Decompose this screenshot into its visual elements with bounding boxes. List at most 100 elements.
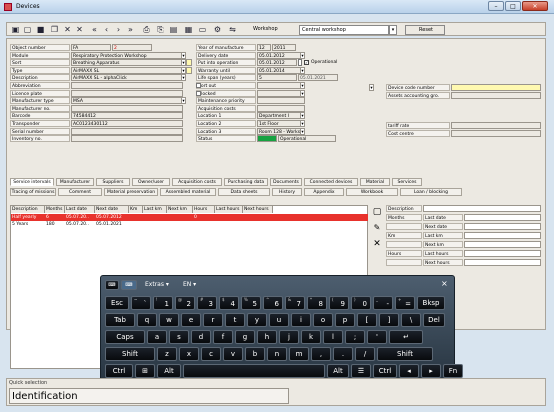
tab-comment[interactable]: Comment bbox=[58, 188, 102, 196]
key-k[interactable]: k bbox=[301, 330, 321, 344]
key-shift[interactable]: Shift bbox=[105, 347, 155, 361]
field-value[interactable] bbox=[71, 89, 183, 97]
chevron-down-icon[interactable]: ▾ bbox=[300, 89, 305, 97]
chevron-down-icon[interactable]: ▾ bbox=[181, 51, 186, 59]
field-value[interactable] bbox=[257, 97, 305, 105]
key-v[interactable]: v bbox=[223, 347, 243, 361]
object-number-suffix-field[interactable]: 2 bbox=[112, 44, 152, 51]
column-header[interactable]: Description bbox=[11, 206, 45, 213]
save-icon[interactable]: ▣ bbox=[10, 24, 21, 35]
key-r[interactable]: r bbox=[203, 313, 223, 327]
key-o[interactable]: o bbox=[313, 313, 333, 327]
key-z[interactable]: z bbox=[157, 347, 177, 361]
tab-documents[interactable]: Documents bbox=[270, 178, 302, 186]
tab-suppliers[interactable]: Suppliers bbox=[96, 178, 130, 186]
key-1[interactable]: ! 1 bbox=[153, 296, 173, 310]
column-header[interactable]: Km bbox=[129, 206, 143, 213]
field-value[interactable]: 05.01.2012 bbox=[257, 51, 305, 59]
key-windows[interactable]: ⊞ bbox=[135, 364, 155, 378]
edit-row-icon[interactable]: ✎ bbox=[371, 222, 383, 234]
copy-icon[interactable]: ❐ bbox=[49, 24, 60, 35]
language-menu[interactable]: EN ▾ bbox=[183, 280, 196, 290]
print-icon[interactable]: ⎙ bbox=[141, 24, 152, 35]
key-7[interactable]: & 7 bbox=[285, 296, 305, 310]
key-h[interactable]: h bbox=[257, 330, 277, 344]
chevron-down-icon[interactable]: ▾ bbox=[300, 127, 305, 135]
detail-value-field[interactable] bbox=[464, 223, 541, 230]
key-l[interactable]: l bbox=[323, 330, 343, 344]
chevron-down-icon[interactable]: ▾ bbox=[181, 97, 186, 105]
key-x[interactable]: x bbox=[179, 347, 199, 361]
tab-tracing-of-missions[interactable]: Tracing of missions bbox=[10, 188, 56, 196]
field-value[interactable] bbox=[257, 104, 305, 112]
key-w[interactable]: w bbox=[159, 313, 179, 327]
tab-manufacturer[interactable]: Manufacturer bbox=[56, 178, 94, 186]
key-left-arrow[interactable]: ◂ bbox=[399, 364, 419, 378]
key-caps[interactable]: Caps bbox=[105, 330, 145, 344]
extras-menu[interactable]: Extras ▾ bbox=[145, 280, 169, 290]
tab-acquisition-costs[interactable]: Acquisition costs bbox=[172, 178, 222, 186]
keyboard-layout-icon[interactable]: ⌨ bbox=[121, 280, 137, 290]
key-9[interactable]: (9 bbox=[329, 296, 349, 310]
column-header[interactable]: Next hours bbox=[243, 206, 273, 213]
printer-icon[interactable]: ▤ bbox=[168, 24, 179, 35]
field-value[interactable]: AirMAXX SL - alphaClick bbox=[71, 74, 183, 82]
key-ctrl[interactable]: Ctrl bbox=[373, 364, 397, 378]
field-value[interactable]: AC0123430112 bbox=[71, 120, 183, 127]
new-icon[interactable]: ▢ bbox=[22, 24, 33, 35]
key-right-arrow[interactable]: ▸ bbox=[421, 364, 441, 378]
key-8[interactable]: * 8 bbox=[307, 296, 327, 310]
delete-all-icon[interactable]: ✕ bbox=[74, 24, 85, 35]
key-f[interactable]: f bbox=[213, 330, 233, 344]
field-value[interactable] bbox=[257, 89, 305, 97]
quick-selection-field[interactable]: Identification bbox=[9, 388, 289, 404]
key-4[interactable]: $4 bbox=[219, 296, 239, 310]
tools-icon[interactable]: ⚙ bbox=[212, 24, 223, 35]
key-/[interactable]: / bbox=[355, 347, 375, 361]
chevron-down-icon[interactable]: ▾ bbox=[369, 84, 374, 91]
column-header[interactable]: Hours bbox=[193, 206, 215, 213]
field-value[interactable] bbox=[71, 135, 183, 143]
key-[[interactable]: [ bbox=[357, 313, 377, 327]
year-month-field[interactable]: 12 bbox=[257, 44, 271, 51]
field-value[interactable] bbox=[71, 82, 183, 89]
dropdown-arrow[interactable] bbox=[298, 59, 302, 67]
field-value[interactable] bbox=[71, 104, 183, 112]
last-record-icon[interactable]: » bbox=[125, 24, 136, 35]
chevron-down-icon[interactable]: ▾ bbox=[389, 25, 397, 35]
key-5[interactable]: % 5 bbox=[241, 296, 261, 310]
tab-service-intervals[interactable]: Service intervals bbox=[10, 178, 54, 186]
checkbox[interactable] bbox=[196, 83, 201, 88]
chevron-down-icon[interactable]: ▾ bbox=[300, 82, 305, 89]
screen-icon[interactable]: ▭ bbox=[197, 24, 208, 35]
preview-icon[interactable]: ⎘ bbox=[155, 24, 166, 35]
tab-appendix[interactable]: Appendix bbox=[304, 188, 344, 196]
detail-value-field[interactable] bbox=[464, 250, 541, 257]
key-space[interactable] bbox=[183, 364, 325, 378]
key-tab[interactable]: Tab bbox=[105, 313, 135, 327]
key-j[interactable]: j bbox=[279, 330, 299, 344]
key-alt[interactable]: Alt bbox=[327, 364, 349, 378]
chevron-down-icon[interactable]: ▾ bbox=[300, 120, 305, 127]
detail-value-field[interactable] bbox=[464, 232, 541, 239]
key-p[interactable]: p bbox=[335, 313, 355, 327]
tab-services[interactable]: Services bbox=[392, 178, 422, 186]
key-a[interactable]: a bbox=[147, 330, 167, 344]
key-'[interactable]: ' bbox=[367, 330, 387, 344]
first-record-icon[interactable]: « bbox=[89, 24, 100, 35]
key-g[interactable]: g bbox=[235, 330, 255, 344]
key-c[interactable]: c bbox=[201, 347, 221, 361]
field-value[interactable] bbox=[451, 129, 541, 137]
key-,[interactable]: , bbox=[311, 347, 331, 361]
chevron-down-icon[interactable]: ▾ bbox=[300, 112, 305, 120]
column-header[interactable]: Last hours bbox=[215, 206, 243, 213]
minimize-button[interactable]: – bbox=[488, 1, 504, 11]
field-value[interactable]: 05.01.2014 bbox=[257, 66, 305, 74]
key-ctrl[interactable]: Ctrl bbox=[105, 364, 133, 378]
key-s[interactable]: s bbox=[169, 330, 189, 344]
key-6[interactable]: ^ 6 bbox=[263, 296, 283, 310]
tab-material[interactable]: Material bbox=[360, 178, 390, 186]
tab-data-sheets[interactable]: Data sheets bbox=[218, 188, 270, 196]
detail-description-field[interactable] bbox=[423, 205, 541, 212]
previous-record-icon[interactable]: ‹ bbox=[101, 24, 112, 35]
